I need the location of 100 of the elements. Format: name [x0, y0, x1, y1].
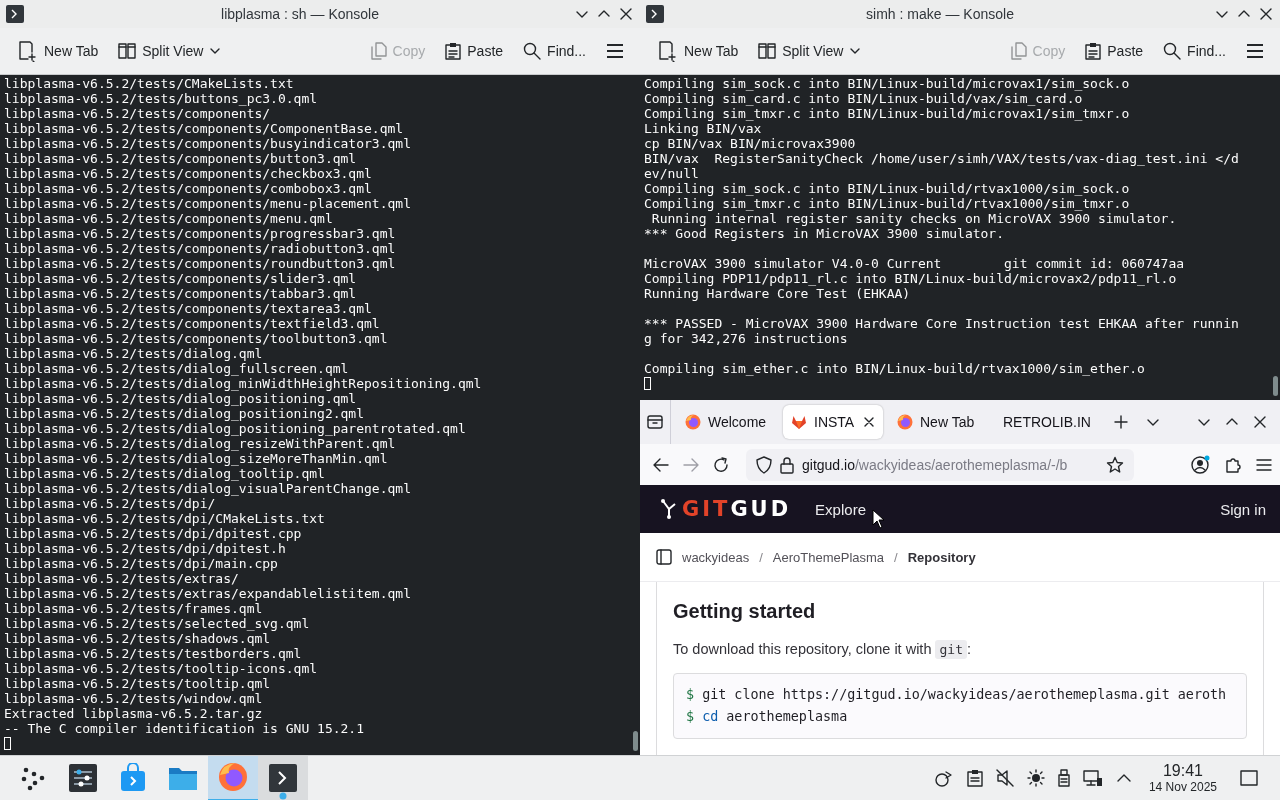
search-icon: [1163, 42, 1182, 60]
intro-text: To download this repository, clone it with git :: [673, 641, 972, 657]
show-desktop-icon[interactable]: [1240, 769, 1258, 787]
terminal-line: libplasma-v6.5.2/tests/dpi/CMakeLists.txt: [4, 511, 326, 526]
terminal-line: libplasma-v6.5.2/tests/components/button3.qml: [4, 151, 358, 166]
terminal-line: Linking BIN/vax: [644, 121, 763, 136]
terminal-line: BIN/vax RegisterSanityCheck /home/user/simh/VAX/tests/vax-diag_test.ini </d: [644, 151, 1240, 166]
split-view-button[interactable]: Split View: [110, 38, 230, 64]
split-view-button[interactable]: Split View: [750, 38, 870, 64]
scrollbar-handle[interactable]: [1273, 376, 1278, 396]
terminal-line: libplasma-v6.5.2/tests/components/: [4, 106, 272, 121]
terminal-line: libplasma-v6.5.2/tests/dialog_fullscreen.qml: [4, 361, 350, 376]
terminal-line: libplasma-v6.5.2/tests/dpi/dpitest.h: [4, 541, 287, 556]
terminal-line: libplasma-v6.5.2/tests/components/menu-placement.qml: [4, 196, 412, 211]
mouse-pointer-icon: [872, 509, 886, 529]
status-dot-icon: [279, 791, 287, 800]
display-icon[interactable]: [1082, 769, 1103, 787]
breadcrumb-link[interactable]: wackyideas: [682, 549, 750, 565]
url-path: /wackyideas/aerothemeplasma/-/b: [854, 456, 1068, 473]
browser-tab[interactable]: Welcome: [677, 405, 777, 439]
sidebar-icon[interactable]: [656, 549, 672, 565]
close-icon[interactable]: [1258, 6, 1274, 22]
browser-tab[interactable]: New Tab: [889, 405, 989, 439]
terminal-line: Compiling sim_ether.c into BIN/Linux-build/rtvax1000/sim_ether.o: [644, 361, 1146, 376]
branch-icon: [660, 498, 678, 520]
clipboard-icon[interactable]: [966, 769, 983, 787]
terminal-line: libplasma-v6.5.2/tests/dialog_resizeWithParent.qml: [4, 436, 397, 451]
terminal-line: libplasma-v6.5.2/tests/components/ComponentBase.qml: [4, 121, 405, 136]
scrollbar-handle[interactable]: [633, 731, 638, 751]
terminal-line: libplasma-v6.5.2/tests/dialog_positioning_parentrotated.qml: [4, 421, 467, 436]
terminal-line: Compiling PDP11/pdp11_rl.c into BIN/Linux-build/microvax2/pdp11_rl.o: [644, 271, 1178, 286]
browser-tab[interactable]: INSTA: [783, 405, 883, 439]
url-host: gitgud.io: [802, 456, 855, 473]
terminal-line: ev/null: [644, 166, 700, 181]
search-icon: [523, 42, 542, 60]
window-title: simh : make — Konsole: [865, 6, 1015, 22]
breadcrumb-separator: /: [894, 549, 898, 565]
breadcrumb-link[interactable]: Repository: [907, 549, 976, 565]
terminal-line: libplasma-v6.5.2/tests/dialog.qml: [4, 346, 264, 361]
new-tab-button[interactable]: New Tab: [648, 36, 747, 66]
clock-time[interactable]: 19:41: [1162, 762, 1203, 780]
terminal-line: libplasma-v6.5.2/tests/extras/expandablelistitem.qml: [4, 586, 412, 601]
terminal-line: *** Good Registers in MicroVAX 3900 simulator.: [644, 226, 1006, 241]
window-title: libplasma : sh — Konsole: [220, 6, 380, 22]
terminal-line: libplasma-v6.5.2/tests/dialog_sizeMoreThanMin.qml: [4, 451, 389, 466]
find-button[interactable]: Find...: [1155, 38, 1234, 64]
terminal-line: libplasma-v6.5.2/tests/dpi/dpitest.cpp: [4, 526, 303, 541]
close-icon[interactable]: [618, 6, 634, 22]
star-icon[interactable]: [1106, 455, 1124, 474]
brightness-icon[interactable]: [1026, 769, 1045, 787]
section-heading: Getting started: [673, 600, 817, 623]
breadcrumb-link[interactable]: AeroThemePlasma: [772, 549, 885, 565]
site-logo[interactable]: GITGUD: [682, 497, 792, 521]
browser-tab[interactable]: RETROLIB.IN: [995, 405, 1099, 439]
taskbar-app-button[interactable]: [258, 755, 308, 800]
terminal-line: libplasma-v6.5.2/tests/testborders.qml: [4, 646, 303, 661]
dots-icon: [20, 765, 46, 791]
terminal-line: Compiling sim_tmxr.c into BIN/Linux-build/microvax1/sim_tmxr.o: [644, 106, 1131, 121]
menu-icon[interactable]: [1256, 457, 1272, 472]
terminal-line: Extracted libplasma-v6.5.2.tar.gz: [4, 706, 264, 721]
terminal-line: libplasma-v6.5.2/tests/tooltip.qml: [4, 676, 272, 691]
terminal-line: libplasma-v6.5.2/tests/window.qml: [4, 691, 264, 706]
terminal-line: libplasma-v6.5.2/tests/components/progressbar3.qml: [4, 226, 397, 241]
clipboard-icon: [1085, 42, 1102, 60]
paste-button[interactable]: Paste: [437, 38, 512, 64]
terminal-line: Running internal register sanity checks on MicroVAX 3900 simulator.: [650, 211, 1178, 226]
terminal-line: libplasma-v6.5.2/tests/components/textarea3.qml: [4, 301, 373, 316]
sign-in-link[interactable]: Sign in: [1220, 500, 1266, 518]
split-view-icon: [758, 42, 777, 60]
plus-icon[interactable]: [1112, 414, 1129, 430]
clock-date[interactable]: 14 Nov 2025: [1148, 780, 1217, 794]
usb-drive-icon[interactable]: [1057, 769, 1070, 787]
settings-icon: [68, 763, 98, 793]
terminal-line: libplasma-v6.5.2/tests/dialog_positioning.qml: [4, 391, 358, 406]
reload-icon[interactable]: [712, 455, 730, 474]
terminal-line: libplasma-v6.5.2/tests/shadows.qml: [4, 631, 272, 646]
terminal-line: libplasma-v6.5.2/tests/components/radiobutton3.qml: [4, 241, 397, 256]
nav-link[interactable]: Explore: [815, 500, 866, 518]
copy-icon: [1010, 42, 1027, 60]
terminal-line: libplasma-v6.5.2/tests/buttons_pc3.0.qml: [4, 91, 319, 106]
terminal-line: libplasma-v6.5.2/tests/components/combobox3.qml: [4, 181, 373, 196]
close-icon[interactable]: [1252, 414, 1268, 430]
close-icon[interactable]: [863, 416, 875, 428]
muted-speaker-icon[interactable]: [995, 769, 1014, 787]
lock-icon: [780, 455, 794, 474]
tab-list-icon[interactable]: [646, 413, 664, 431]
account-icon[interactable]: [1190, 454, 1210, 475]
puzzle-icon[interactable]: [1224, 455, 1242, 474]
find-button[interactable]: Find...: [515, 38, 594, 64]
terminal-line: libplasma-v6.5.2/tests/components/toolbutton3.qml: [4, 331, 389, 346]
terminal-line: Compiling sim_card.c into BIN/Linux-build/vax/sim_card.o: [644, 91, 1084, 106]
address-bar[interactable]: gitgud.io/wackyideas/aerothemeplasma/-/b: [746, 448, 1134, 481]
menu-icon: [1246, 43, 1264, 59]
terminal-icon: [268, 763, 298, 793]
firefox-icon: [685, 414, 701, 430]
firefox-icon: [897, 414, 913, 430]
terminal-line: libplasma-v6.5.2/tests/components/menu.qml: [4, 211, 334, 226]
paste-button[interactable]: Paste: [1077, 38, 1152, 64]
new-tab-button[interactable]: New Tab: [8, 36, 107, 66]
shield-icon: [756, 455, 772, 474]
